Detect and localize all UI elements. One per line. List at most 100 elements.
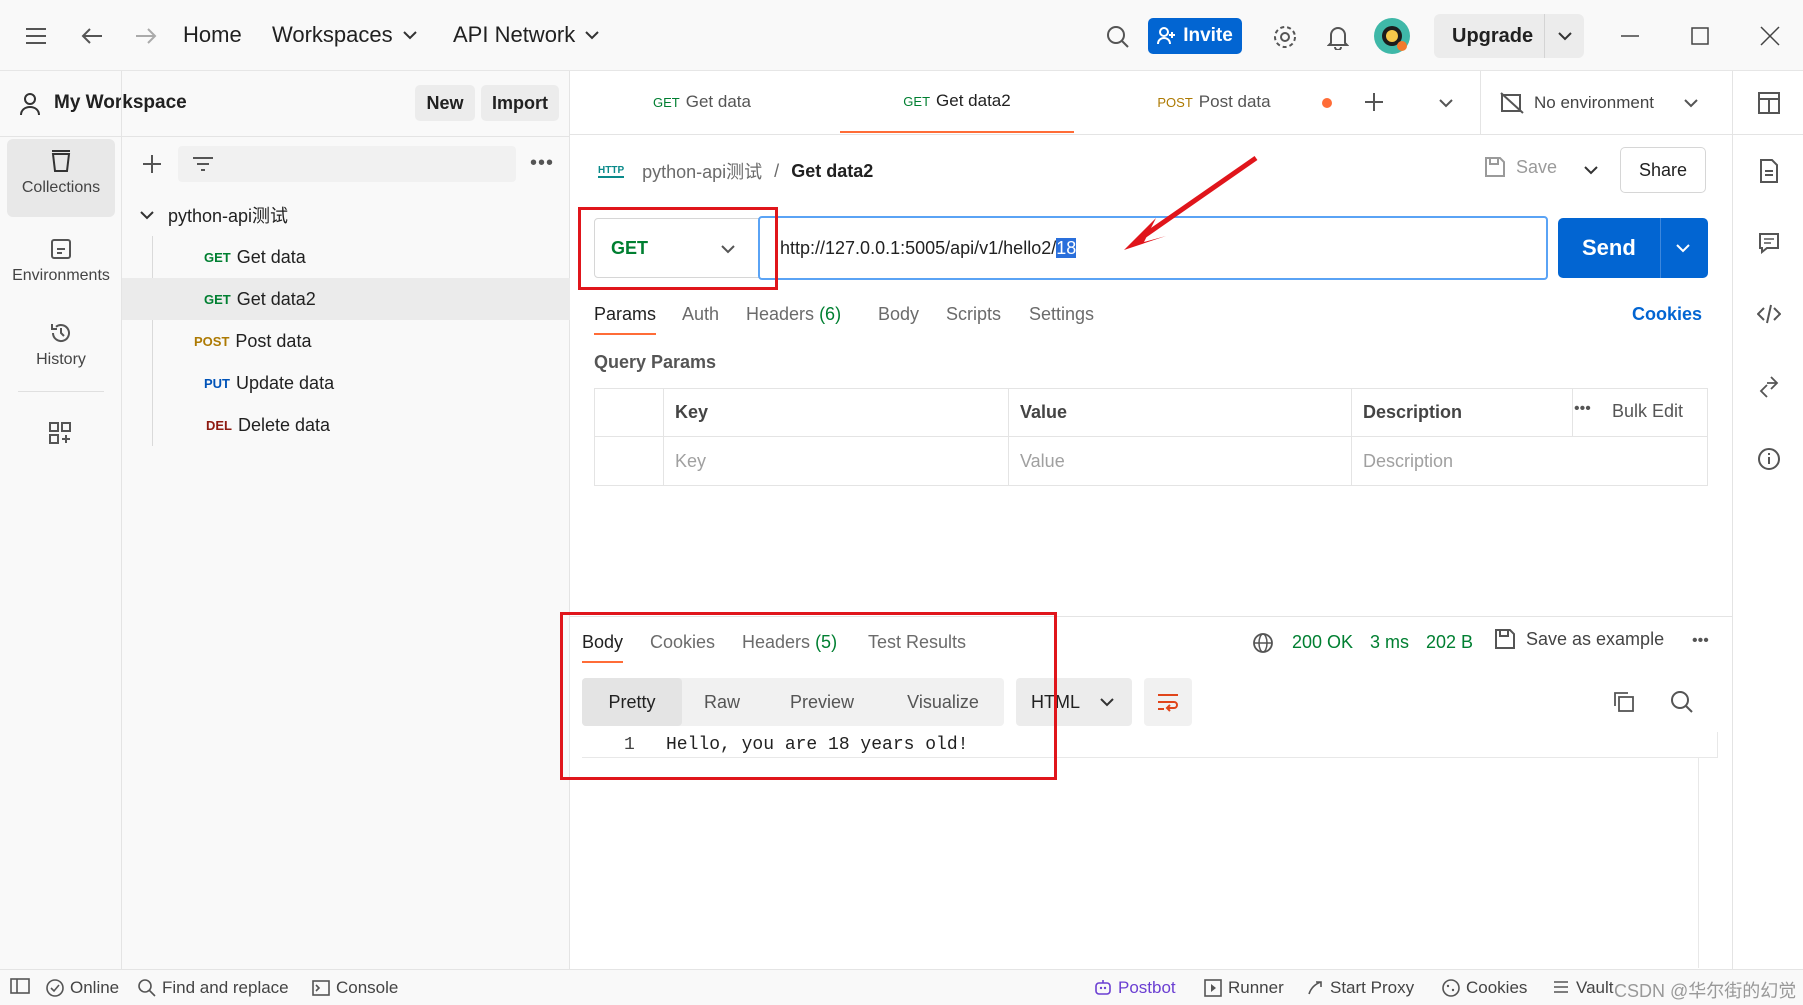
forward-arrow-icon[interactable] [132, 22, 160, 50]
more-options-icon[interactable]: ••• [1692, 632, 1709, 650]
tab-headers[interactable]: Headers (6) [746, 304, 841, 325]
search-icon[interactable] [1103, 22, 1133, 52]
maximize-icon[interactable] [1686, 24, 1714, 48]
response-time[interactable]: 3 ms [1370, 632, 1409, 653]
request-item-get-data2[interactable]: GET Get data2 [204, 278, 316, 320]
apps-icon[interactable] [40, 413, 80, 453]
import-button[interactable]: Import [481, 85, 559, 121]
chevron-down-icon[interactable] [1580, 162, 1602, 178]
save-label: Save [1516, 156, 1558, 177]
tab-settings[interactable]: Settings [1029, 304, 1094, 325]
find-replace-button[interactable]: Find and replace [138, 978, 289, 998]
nav-home[interactable]: Home [183, 22, 242, 48]
sidebar-rail: Collections Environments History [0, 71, 122, 969]
invite-button[interactable]: Invite [1148, 18, 1242, 54]
filter-input[interactable] [178, 146, 516, 182]
close-icon[interactable] [1756, 24, 1784, 48]
tab-get-data[interactable]: GET Get data [578, 71, 826, 133]
more-options-icon[interactable]: ••• [1574, 400, 1591, 418]
globe-icon[interactable] [1250, 630, 1276, 656]
code-icon[interactable] [1754, 299, 1784, 329]
share-button[interactable]: Share [1620, 147, 1706, 193]
method-badge: GET [204, 249, 231, 265]
environment-selector[interactable]: No environment [1500, 88, 1710, 118]
collection-item[interactable]: python-api测试 [140, 194, 288, 236]
postbot-button[interactable]: Postbot [1094, 978, 1176, 998]
comments-icon[interactable] [1754, 228, 1784, 258]
tab-post-data[interactable]: POST Post data [1090, 71, 1338, 133]
upgrade-button-group: Upgrade [1434, 14, 1584, 58]
sidebar-item-collections[interactable]: Collections [7, 139, 115, 217]
new-button[interactable]: New [415, 85, 475, 121]
documentation-icon[interactable] [1754, 156, 1784, 186]
right-rail-divider [1732, 71, 1733, 969]
info-icon[interactable] [1754, 444, 1784, 474]
postbot-label: Postbot [1118, 978, 1176, 997]
menu-icon[interactable] [22, 22, 50, 50]
key-input[interactable]: Key [663, 436, 1009, 486]
tab-auth[interactable]: Auth [682, 304, 719, 325]
console-button[interactable]: Console [312, 978, 398, 998]
start-proxy-button[interactable]: Start Proxy [1306, 978, 1414, 998]
watermark: CSDN @华尔街的幻觉 [1614, 981, 1797, 1001]
nav-workspaces[interactable]: Workspaces [272, 22, 417, 48]
vault-button[interactable]: Vault [1552, 978, 1614, 998]
tab-body[interactable]: Body [878, 304, 919, 325]
sidebar-item-environments[interactable]: Environments [7, 231, 115, 301]
bulk-edit-button[interactable]: Bulk Edit [1612, 401, 1683, 422]
status-badge[interactable]: 200 OK [1292, 632, 1353, 653]
cookies-link[interactable]: Cookies [1632, 304, 1702, 325]
annotation-box-method [578, 207, 778, 290]
breadcrumb-separator: / [774, 160, 780, 181]
toggle-sidebar-button[interactable] [10, 978, 30, 994]
chevron-down-icon[interactable] [1676, 243, 1690, 253]
postbot-icon [1095, 980, 1111, 995]
history-icon [51, 324, 70, 342]
copy-icon[interactable] [1610, 688, 1638, 716]
layout-icon[interactable] [1754, 88, 1784, 118]
description-input[interactable]: Description [1351, 436, 1708, 486]
cookies-button[interactable]: Cookies [1442, 978, 1527, 998]
chevron-down-icon[interactable] [1434, 95, 1458, 111]
request-item-delete-data[interactable]: DEL Delete data [206, 404, 330, 446]
sidebar-item-history[interactable]: History [7, 315, 115, 385]
tab-scripts[interactable]: Scripts [946, 304, 1001, 325]
method-badge: DEL [206, 417, 232, 433]
wrap-lines-button[interactable] [1144, 678, 1192, 726]
search-icon[interactable] [1668, 688, 1696, 716]
minimize-icon[interactable] [1616, 24, 1644, 48]
more-options-icon[interactable]: ••• [530, 152, 554, 175]
check-circle-icon [46, 979, 64, 997]
send-button[interactable]: Send [1582, 235, 1636, 261]
add-tab-icon[interactable] [1362, 90, 1386, 114]
runner-icon [1204, 979, 1222, 997]
tab-params[interactable]: Params [594, 304, 657, 335]
gear-icon[interactable] [1270, 22, 1300, 52]
online-status[interactable]: Online [46, 978, 119, 998]
save-button[interactable]: Save [1484, 156, 1557, 178]
headers-count: (6) [819, 304, 842, 324]
breadcrumb-collection[interactable]: python-api测试 [642, 158, 762, 184]
save-as-example-button[interactable]: Save as example [1494, 628, 1664, 650]
add-icon[interactable] [140, 152, 164, 176]
related-icon[interactable] [1754, 372, 1784, 402]
request-item-get-data[interactable]: GET Get data [204, 236, 306, 278]
tab-get-data2[interactable]: GET Get data2 [840, 71, 1074, 133]
search-icon [138, 979, 156, 997]
runner-button[interactable]: Runner [1204, 978, 1284, 998]
upgrade-button[interactable]: Upgrade [1452, 25, 1533, 48]
avatar[interactable] [1372, 16, 1412, 56]
save-as-example-label: Save as example [1526, 628, 1665, 649]
page-title[interactable]: Get data2 [791, 161, 873, 182]
tab-label: Get data [685, 92, 751, 111]
editor-scrollbar[interactable] [1698, 758, 1699, 968]
back-arrow-icon[interactable] [78, 22, 106, 50]
table-header-value: Value [1008, 388, 1352, 437]
request-item-post-data[interactable]: POST Post data [194, 320, 311, 362]
value-input[interactable]: Value [1008, 436, 1352, 486]
response-size[interactable]: 202 B [1426, 632, 1473, 653]
request-item-update-data[interactable]: PUT Update data [204, 362, 334, 404]
nav-api-network[interactable]: API Network [453, 22, 599, 48]
chevron-down-icon[interactable] [1552, 28, 1578, 44]
bell-icon[interactable] [1324, 22, 1352, 52]
